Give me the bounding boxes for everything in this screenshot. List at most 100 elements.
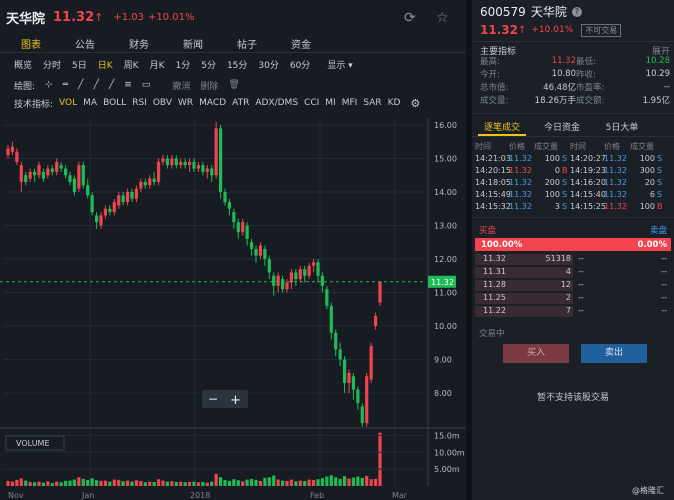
trade-volume: 20 <box>644 177 655 187</box>
volume-bar <box>236 480 240 486</box>
period-4[interactable]: 周K <box>124 58 139 71</box>
indicator-10[interactable]: MI <box>325 98 335 108</box>
fib-tool-icon[interactable]: ≡ <box>124 80 132 90</box>
delete-button[interactable]: 删除 <box>200 79 218 92</box>
refresh-icon[interactable]: ⟳ <box>404 10 416 26</box>
metric-value: 10.28 <box>645 56 670 66</box>
period-8[interactable]: 15分 <box>227 58 247 71</box>
trade-tab-0[interactable]: 逐笔成交 <box>472 120 532 133</box>
volume-bar <box>59 482 63 486</box>
volume-bar <box>196 482 201 486</box>
volume-tick-label: 10.00m <box>434 448 465 457</box>
volume-title: VOLUME <box>16 439 50 448</box>
candle-body <box>276 275 280 286</box>
trade-volume: 3 <box>554 201 560 211</box>
trash-icon[interactable]: 🗑 <box>228 80 239 90</box>
period-selector: 概览 分时 5日 日K 周K 月K 1分 5分 15分 30分 60分 显示 ▾ <box>14 57 364 71</box>
tab-4[interactable]: 帖子 <box>220 36 274 51</box>
volume-bar <box>103 480 108 486</box>
help-icon[interactable]: ? <box>571 6 582 17</box>
candle-body <box>267 259 271 273</box>
metric-value: 10.29 <box>645 69 670 79</box>
indicator-12[interactable]: SAR <box>363 98 381 108</box>
sell-button[interactable]: 卖出 <box>581 344 647 363</box>
indicator-1[interactable]: MA <box>83 98 97 108</box>
trade-price: 11.32 <box>604 201 627 211</box>
indicator-7[interactable]: ATR <box>232 98 249 108</box>
volume-bar <box>227 480 232 486</box>
volume-bar <box>125 480 130 486</box>
metric-value: 46.48亿 <box>543 83 576 93</box>
candle-body <box>236 222 240 233</box>
candle-body <box>373 315 378 326</box>
trade-side: S <box>657 177 663 187</box>
period-0[interactable]: 概览 <box>14 58 32 71</box>
tab-5[interactable]: 资金 <box>274 36 328 51</box>
candlestick-chart[interactable]: 16.0015.0014.0013.0012.0011.0010.009.008… <box>0 118 466 500</box>
time-axis-label: 2018 <box>190 491 210 500</box>
period-5[interactable]: 月K <box>150 58 165 71</box>
book-price: 11.25 <box>483 293 506 302</box>
indicator-13[interactable]: KD <box>388 98 401 108</box>
indicator-6[interactable]: MACD <box>199 98 226 108</box>
candle <box>369 342 373 383</box>
settings-gear-icon[interactable]: ⚙ <box>410 97 420 110</box>
period-1[interactable]: 分时 <box>43 58 61 71</box>
trade-time: 14:20:27 <box>570 153 606 163</box>
trade-side: S <box>562 189 568 199</box>
indicator-4[interactable]: OBV <box>153 98 172 108</box>
period-6[interactable]: 1分 <box>175 58 190 71</box>
tab-3[interactable]: 新闻 <box>166 36 220 51</box>
candle <box>365 372 369 427</box>
volume-bar <box>214 473 218 486</box>
metric-label: 市盈率: <box>576 83 605 93</box>
trade-price: 11.32 <box>604 165 627 175</box>
ray-tool-icon[interactable]: ╱ <box>93 80 98 90</box>
price-up-arrow-icon: ↑ <box>94 11 104 24</box>
rect-tool-icon[interactable]: ▭ <box>142 80 151 90</box>
indicator-9[interactable]: CCI <box>304 98 319 108</box>
volume-bar <box>28 481 32 486</box>
trade-tab-2[interactable]: 5日大单 <box>592 120 652 133</box>
indicator-8[interactable]: ADX/DMS <box>255 98 298 108</box>
metric-value: -- <box>663 82 670 92</box>
trade-time: 14:20:15 <box>475 165 511 175</box>
period-3[interactable]: 日K <box>98 58 113 71</box>
crosshair-tool-icon[interactable]: ⊹ <box>45 80 53 90</box>
book-price: 11.32 <box>483 254 506 263</box>
line-tool-icon[interactable]: ╱ <box>78 80 83 90</box>
indicator-2[interactable]: BOLL <box>103 98 126 108</box>
volume-bar <box>232 479 236 486</box>
candle-body <box>272 275 276 286</box>
tab-2[interactable]: 财务 <box>112 36 166 51</box>
period-7[interactable]: 5分 <box>201 58 216 71</box>
trade-side: B <box>657 201 663 211</box>
period-11[interactable]: 显示 ▾ <box>327 58 352 71</box>
indicator-5[interactable]: WR <box>178 98 193 108</box>
zoom-in-button[interactable]: + <box>230 393 241 408</box>
indicator-11[interactable]: MFI <box>342 98 358 108</box>
trade-time: 14:16:20 <box>570 177 606 187</box>
volume-bar <box>263 477 267 486</box>
indicator-0[interactable]: VOL <box>59 98 77 108</box>
period-9[interactable]: 30分 <box>258 58 278 71</box>
tab-1[interactable]: 公告 <box>58 36 112 51</box>
segment-tool-icon[interactable]: ╱ <box>109 80 114 90</box>
period-2[interactable]: 5日 <box>72 58 87 71</box>
volume-bar <box>50 482 54 486</box>
tab-0[interactable]: 图表 <box>4 36 58 51</box>
trade-price: 11.32 <box>509 177 532 187</box>
book-row: 11.25 2 -- -- <box>475 292 671 305</box>
star-icon[interactable]: ☆ <box>436 10 449 26</box>
undo-button[interactable]: 撤消 <box>172 79 190 92</box>
period-10[interactable]: 60分 <box>290 58 310 71</box>
book-ask-price: -- <box>578 293 584 302</box>
trade-price: 11.32 <box>604 177 627 187</box>
zoom-out-button[interactable]: − <box>208 392 218 406</box>
sell-ratio: 0.00% <box>637 240 668 250</box>
buy-button[interactable]: 买入 <box>503 344 569 363</box>
hline-tool-icon[interactable]: ═ <box>63 80 68 90</box>
indicator-3[interactable]: RSI <box>132 98 147 108</box>
trade-tab-1[interactable]: 今日资金 <box>532 120 592 133</box>
price-tick-label: 11.00 <box>434 289 457 298</box>
